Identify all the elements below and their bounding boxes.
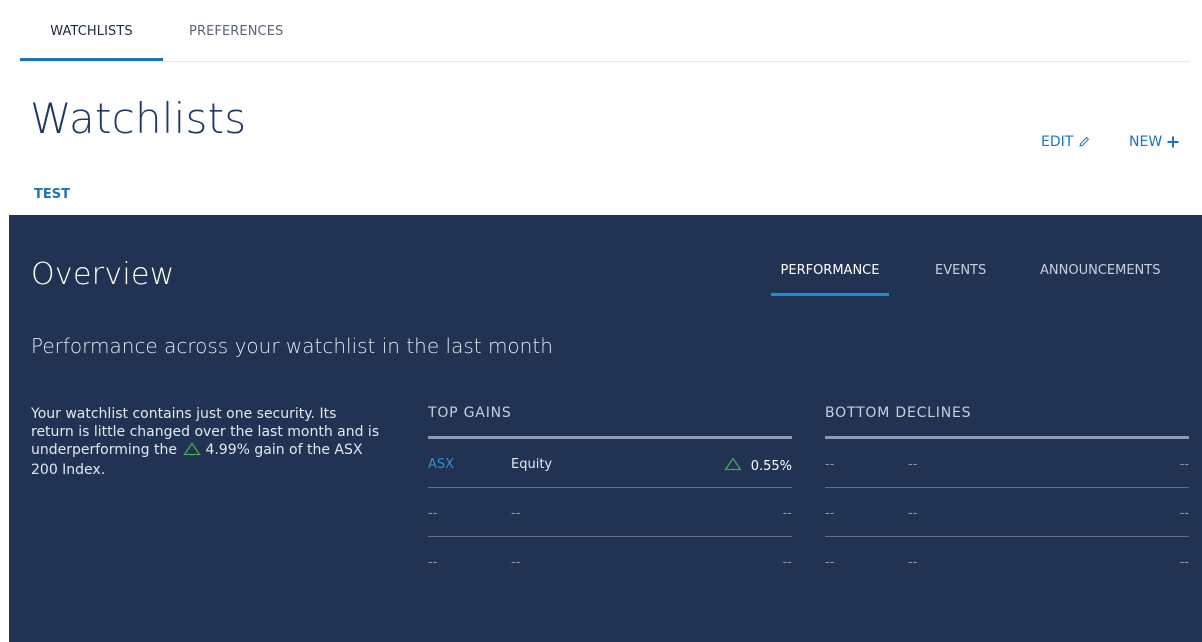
table-row[interactable]: ASX Equity 0.55%: [428, 439, 792, 488]
performance-summary: Your watchlist contains just one securit…: [31, 405, 381, 479]
security-return-value: 0.55%: [750, 458, 792, 474]
edit-button-label: EDIT: [1041, 134, 1074, 150]
security-code: --: [825, 555, 835, 570]
overview-subtitle: Performance across your watchlist in the…: [31, 334, 553, 358]
security-code: --: [825, 506, 835, 521]
edit-button[interactable]: EDIT: [1041, 134, 1090, 150]
plus-icon: [1167, 136, 1179, 148]
security-type: --: [908, 555, 918, 570]
table-row: -- -- --: [428, 488, 792, 537]
bottom-declines-table: BOTTOM DECLINES -- -- -- -- -- -- -- -- …: [825, 405, 1189, 586]
page-title: Watchlists: [30, 94, 247, 143]
table-row: -- -- --: [825, 439, 1189, 488]
security-type: --: [908, 506, 918, 521]
security-type: --: [908, 457, 918, 472]
top-gains-table: TOP GAINS ASX Equity 0.55% -- -- -- -- -…: [428, 405, 792, 586]
new-button-label: NEW: [1129, 134, 1163, 150]
security-code: --: [428, 555, 438, 570]
new-watchlist-button[interactable]: NEW: [1129, 134, 1179, 150]
triangle-up-icon: [723, 457, 742, 475]
security-code: --: [428, 506, 438, 521]
top-gains-title: TOP GAINS: [428, 405, 792, 439]
overview-tab-indicator: [771, 293, 889, 296]
table-row: -- -- --: [825, 537, 1189, 586]
security-code-link[interactable]: ASX: [428, 457, 454, 472]
app-root: WATCHLISTS PREFERENCES Watchlists EDIT N…: [0, 0, 1202, 642]
security-type: --: [511, 555, 521, 570]
top-tab-bar: WATCHLISTS PREFERENCES: [20, 0, 1190, 62]
active-tab-indicator: [20, 58, 163, 61]
table-row: -- -- --: [428, 537, 792, 586]
tab-preferences[interactable]: PREFERENCES: [189, 24, 283, 39]
tab-watchlists[interactable]: WATCHLISTS: [20, 24, 163, 39]
security-return-value: --: [1179, 506, 1189, 521]
tab-events[interactable]: EVENTS: [935, 263, 986, 278]
security-code: --: [825, 457, 835, 472]
overview-title: Overview: [31, 257, 175, 292]
tab-announcements[interactable]: ANNOUNCEMENTS: [1040, 263, 1160, 278]
bottom-declines-title: BOTTOM DECLINES: [825, 405, 1189, 439]
security-type: Equity: [511, 457, 553, 472]
table-row: -- -- --: [825, 488, 1189, 537]
security-return: 0.55%: [723, 457, 792, 475]
overview-panel: Overview PERFORMANCE EVENTS ANNOUNCEMENT…: [9, 215, 1202, 642]
security-return-value: --: [1179, 555, 1189, 570]
summary-benchmark-value: 4.99%: [205, 442, 250, 458]
security-return-value: --: [782, 506, 792, 521]
pencil-icon: [1078, 136, 1090, 148]
security-return-value: --: [782, 555, 792, 570]
security-return-value: --: [1179, 457, 1189, 472]
security-type: --: [511, 506, 521, 521]
tab-performance[interactable]: PERFORMANCE: [771, 263, 889, 278]
watchlist-tab-test[interactable]: TEST: [34, 187, 70, 202]
triangle-up-icon: [183, 442, 202, 461]
